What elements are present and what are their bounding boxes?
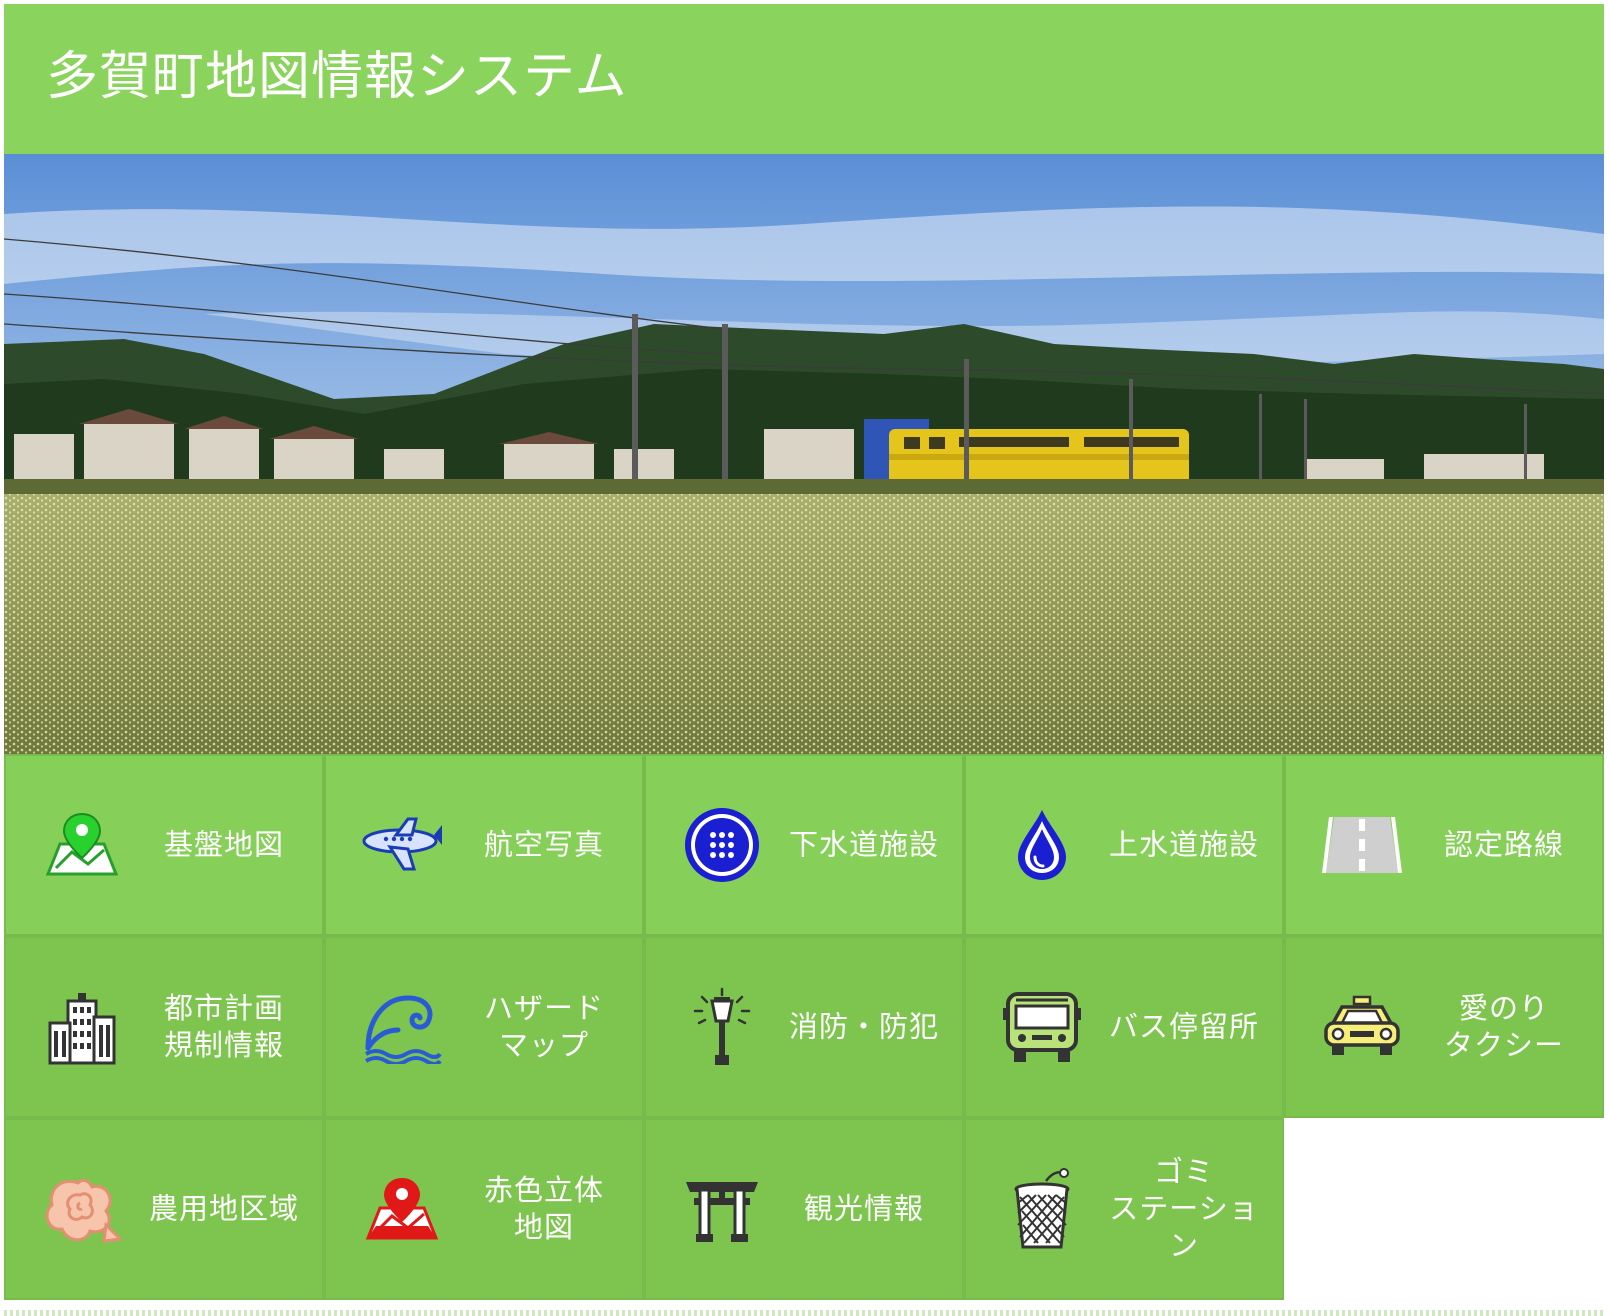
- tile-base-map[interactable]: 基盤地図: [4, 754, 324, 936]
- bus-icon: [1000, 985, 1084, 1069]
- tile-label: ハザード マップ: [483, 990, 604, 1062]
- tile-sewer-facilities[interactable]: 下水道施設: [644, 754, 964, 936]
- building-icon: [40, 985, 124, 1069]
- tile-bus-stops[interactable]: バス停留所: [964, 936, 1284, 1118]
- tile-label: 下水道施設: [788, 827, 939, 862]
- tile-red-relief-map[interactable]: 赤色立体 地図: [324, 1118, 644, 1300]
- tile-label: 都市計画 規制情報: [163, 990, 284, 1062]
- tile-ainori-taxi[interactable]: 愛のり タクシー: [1284, 936, 1604, 1118]
- tile-aerial-photo[interactable]: 航空写真: [324, 754, 644, 936]
- tile-label: 認定路線: [1443, 827, 1564, 862]
- tile-urban-planning[interactable]: 都市計画 規制情報: [4, 936, 324, 1118]
- taxi-icon: [1320, 985, 1404, 1069]
- tile-label: 基盤地図: [163, 827, 284, 862]
- wave-icon: [360, 985, 444, 1069]
- tile-agricultural-land[interactable]: 農用地区域: [4, 1118, 324, 1300]
- tile-fire-crime-prevention[interactable]: 消防・防犯: [644, 936, 964, 1118]
- red-map-pin-icon: [360, 1167, 444, 1251]
- tile-label: 愛のり タクシー: [1443, 990, 1564, 1062]
- hero-image: [4, 154, 1604, 754]
- bottom-divider: [4, 1310, 1604, 1316]
- tile-label: 農用地区域: [148, 1191, 299, 1226]
- water-drop-icon: [1000, 803, 1084, 887]
- page-header: 多賀町地図情報システム: [4, 4, 1604, 154]
- street-lamp-icon: [680, 985, 764, 1069]
- tile-label: ゴミ ステーション: [1109, 1154, 1259, 1263]
- road-icon: [1320, 803, 1404, 887]
- tile-label: 上水道施設: [1108, 827, 1259, 862]
- tile-certified-routes[interactable]: 認定路線: [1284, 754, 1604, 936]
- tile-hazard-map[interactable]: ハザード マップ: [324, 936, 644, 1118]
- map-pin-icon: [40, 803, 124, 887]
- tile-label: 消防・防犯: [788, 1009, 939, 1044]
- tile-water-facilities[interactable]: 上水道施設: [964, 754, 1284, 936]
- tile-label: 観光情報: [803, 1191, 924, 1226]
- manhole-icon: [680, 803, 764, 887]
- tile-garbage-station[interactable]: ゴミ ステーション: [964, 1118, 1284, 1300]
- trash-bin-icon: [1000, 1167, 1084, 1251]
- tile-label: 航空写真: [483, 827, 604, 862]
- menu-grid: 基盤地図 航空写真 下水道施設 上水道施設 認定路線 都市計画 規制情報 ハザー…: [4, 754, 1604, 1310]
- page-title: 多賀町地図情報システム: [46, 47, 628, 107]
- tile-label: バス停留所: [1108, 1009, 1259, 1044]
- torii-icon: [680, 1167, 764, 1251]
- tile-label: 赤色立体 地図: [483, 1172, 604, 1244]
- flower-icon: [40, 1167, 124, 1251]
- tile-tourism-info[interactable]: 観光情報: [644, 1118, 964, 1300]
- airplane-icon: [360, 803, 444, 887]
